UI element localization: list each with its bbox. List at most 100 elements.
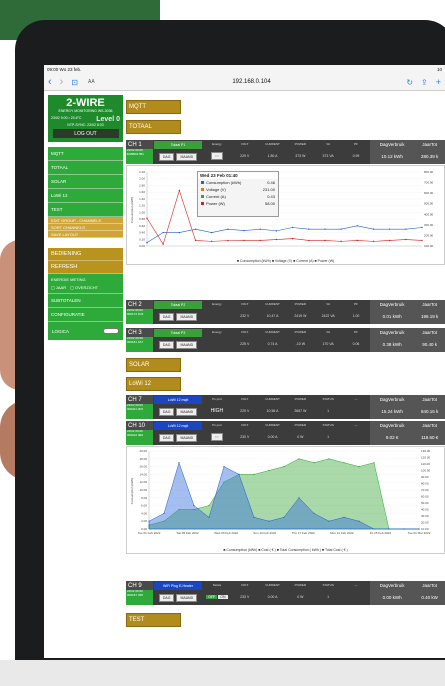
jaar-label: JAAR xyxy=(55,285,67,290)
y-tick-label: 8.00 xyxy=(141,496,147,500)
col-current: CURRENT xyxy=(265,423,280,427)
col-dag: DagVerbruik xyxy=(369,395,415,403)
menu-refresh[interactable]: REFRESH xyxy=(48,261,123,274)
tile-test[interactable]: TEST xyxy=(126,613,181,627)
y-tick-label: 1.80 xyxy=(139,183,145,187)
chart-legend[interactable]: ■ Consumption (kWh) ■ Cost ( € ) ■ Total… xyxy=(127,548,444,552)
volt-value: 229 V xyxy=(240,409,250,413)
add-tab-icon[interactable]: + xyxy=(432,77,445,87)
channel-title[interactable]: LoWi 12 mqtt xyxy=(154,396,202,404)
col-jaar: JaarTot xyxy=(414,421,445,429)
dag-button[interactable]: DAG xyxy=(158,594,175,602)
y2-tick-label: 50.00 xyxy=(421,501,429,505)
maand-button[interactable]: MAAND xyxy=(176,408,198,416)
ntp-sync: NTP-SYNC: 23/02 8:03 xyxy=(67,123,104,127)
dag-button[interactable]: DAG xyxy=(158,408,175,416)
chart-legend[interactable]: ■ Consumption (kWh) ■ Voltage (V) ■ Curr… xyxy=(127,259,444,263)
volt-value: 232 V xyxy=(240,314,250,318)
p1-port-button[interactable]: ◦◦◦ xyxy=(203,433,231,441)
data-point xyxy=(388,528,390,530)
data-point xyxy=(372,228,375,230)
dag-button[interactable]: DAG xyxy=(158,313,175,321)
data-point xyxy=(372,240,375,243)
text-size-button[interactable]: AA xyxy=(82,79,101,85)
dag-value: 10.12 kWh xyxy=(369,148,415,164)
bookmarks-icon[interactable]: ⊡ xyxy=(67,78,82,87)
channel-row-ch10: CH 10 23/02 09:00 000222 3E0 LoWi 12 mqtt… xyxy=(126,421,445,445)
y-tick-label: 2.00 xyxy=(139,177,145,181)
data-point xyxy=(343,516,345,518)
ch1-chart-svg: 2.20 2.00 1.80 1.60 1.40 1.20 1.00 0.80 0.60 0.40… xyxy=(130,170,434,248)
tooltip-row: Current (A) 0.43 xyxy=(198,193,278,200)
logout-button[interactable]: LOG OUT xyxy=(52,129,119,138)
jaar-value: 280.39 k xyxy=(414,148,445,164)
menu-bediening[interactable]: BEDIENING xyxy=(48,248,123,261)
data-point xyxy=(373,462,375,464)
menu-configuratie[interactable]: CONFIGURATIE xyxy=(48,308,123,322)
power-value: -10 W xyxy=(295,342,306,346)
jaar-value: 0.40 kW xyxy=(414,589,445,605)
reload-icon[interactable]: ↻ xyxy=(402,78,417,87)
jaar-value: 840.16 k xyxy=(414,403,445,419)
menu-item-totaal[interactable]: TOTAAL xyxy=(48,161,123,175)
x-tick-label: Mon 21 Feb 2022 xyxy=(330,531,354,535)
bottom-bar xyxy=(0,660,445,686)
dag-button[interactable]: DAG xyxy=(158,153,175,161)
menu-item-mqtt[interactable]: MQTT xyxy=(48,147,123,161)
channel-title[interactable]: Totaal P2 xyxy=(154,301,202,309)
maand-button[interactable]: MAAND xyxy=(176,313,198,321)
forward-icon[interactable]: › xyxy=(56,76,68,88)
y2-tick-label: 800.00 xyxy=(424,170,434,174)
channel-title[interactable]: WiFi Plug E-Heater xyxy=(154,582,202,590)
menu-edit-group[interactable]: EDIT GROUP - CHANNELS xyxy=(48,217,123,224)
maand-button[interactable]: MAAND xyxy=(176,434,198,442)
menu-item-test[interactable]: TEST xyxy=(48,203,123,217)
tile-mqtt[interactable]: MQTT xyxy=(126,100,181,114)
menu-sort-channels[interactable]: SORT CHANNELS xyxy=(48,224,123,231)
share-icon[interactable]: ⇪ xyxy=(417,78,432,87)
channel-title[interactable]: Totaal P1 xyxy=(154,141,202,149)
ch10-chart-svg: 20.00 18.00 16.00 14.00 12.00 10.00 8.00 6.00 4.… xyxy=(130,449,431,535)
channel-title[interactable]: LoWi 12 mqtt xyxy=(154,422,202,430)
address-bar[interactable]: 192.168.0.104 xyxy=(101,79,403,85)
data-point xyxy=(283,466,285,468)
dag-button[interactable]: DAG xyxy=(158,434,175,442)
jaar-radio[interactable]: ▢ JAAR xyxy=(51,285,66,290)
data-point xyxy=(373,528,375,530)
back-icon[interactable]: ‹ xyxy=(44,76,56,88)
logica-toggle[interactable] xyxy=(103,328,119,334)
maand-button[interactable]: MAAND xyxy=(176,594,198,602)
data-point xyxy=(268,469,270,472)
col-power: POWER xyxy=(294,330,307,334)
brand-panel: 2-WIRE ENERGY MONITORING WS-3036 23/02 9… xyxy=(48,95,123,142)
dag-button[interactable]: DAG xyxy=(158,341,175,349)
channel-title[interactable]: Totaal P3 xyxy=(154,329,202,337)
tile-lowi[interactable]: LoWi 12 xyxy=(126,377,181,391)
energy-button[interactable]: ◦◦◦ xyxy=(203,152,231,160)
jaar-value: 90.40 k xyxy=(414,336,445,352)
data-point xyxy=(308,228,310,230)
relais-off-button[interactable]: OFF xyxy=(206,595,218,599)
tile-totaal[interactable]: TOTAAL xyxy=(126,120,181,134)
y2-tick-label: 20.00 xyxy=(421,521,429,525)
relais-on-button[interactable]: ON xyxy=(218,595,228,599)
maand-button[interactable]: MAAND xyxy=(176,341,198,349)
col-status: STATUS xyxy=(322,397,334,401)
tooltip-row: Voltage (V) 231.00 xyxy=(198,186,278,193)
menu-item-lowi[interactable]: LoWi 12 xyxy=(48,189,123,203)
col-energy: Energy xyxy=(212,302,222,306)
data-point xyxy=(162,231,164,234)
overzicht-radio[interactable]: ▢ OVERZICHT xyxy=(70,285,98,290)
y2-tick-label: 130.00 xyxy=(421,449,431,453)
jaar-value: 198.19 k xyxy=(414,308,445,324)
y-tick-label: 14.00 xyxy=(139,472,147,476)
col-jaar: JaarTot xyxy=(414,328,445,336)
menu-save-layout[interactable]: SAVE LAYOUT xyxy=(48,231,123,238)
tile-solar[interactable]: SOLAR xyxy=(126,358,181,372)
menu-item-solar[interactable]: SOLAR xyxy=(48,175,123,189)
maand-button[interactable]: MAAND xyxy=(176,153,198,161)
col-dash: --- xyxy=(354,583,358,587)
data-point xyxy=(208,505,210,507)
menu-subtotalen[interactable]: SUBTOTALEN xyxy=(48,294,123,308)
y-tick-label: 12.00 xyxy=(139,480,147,484)
